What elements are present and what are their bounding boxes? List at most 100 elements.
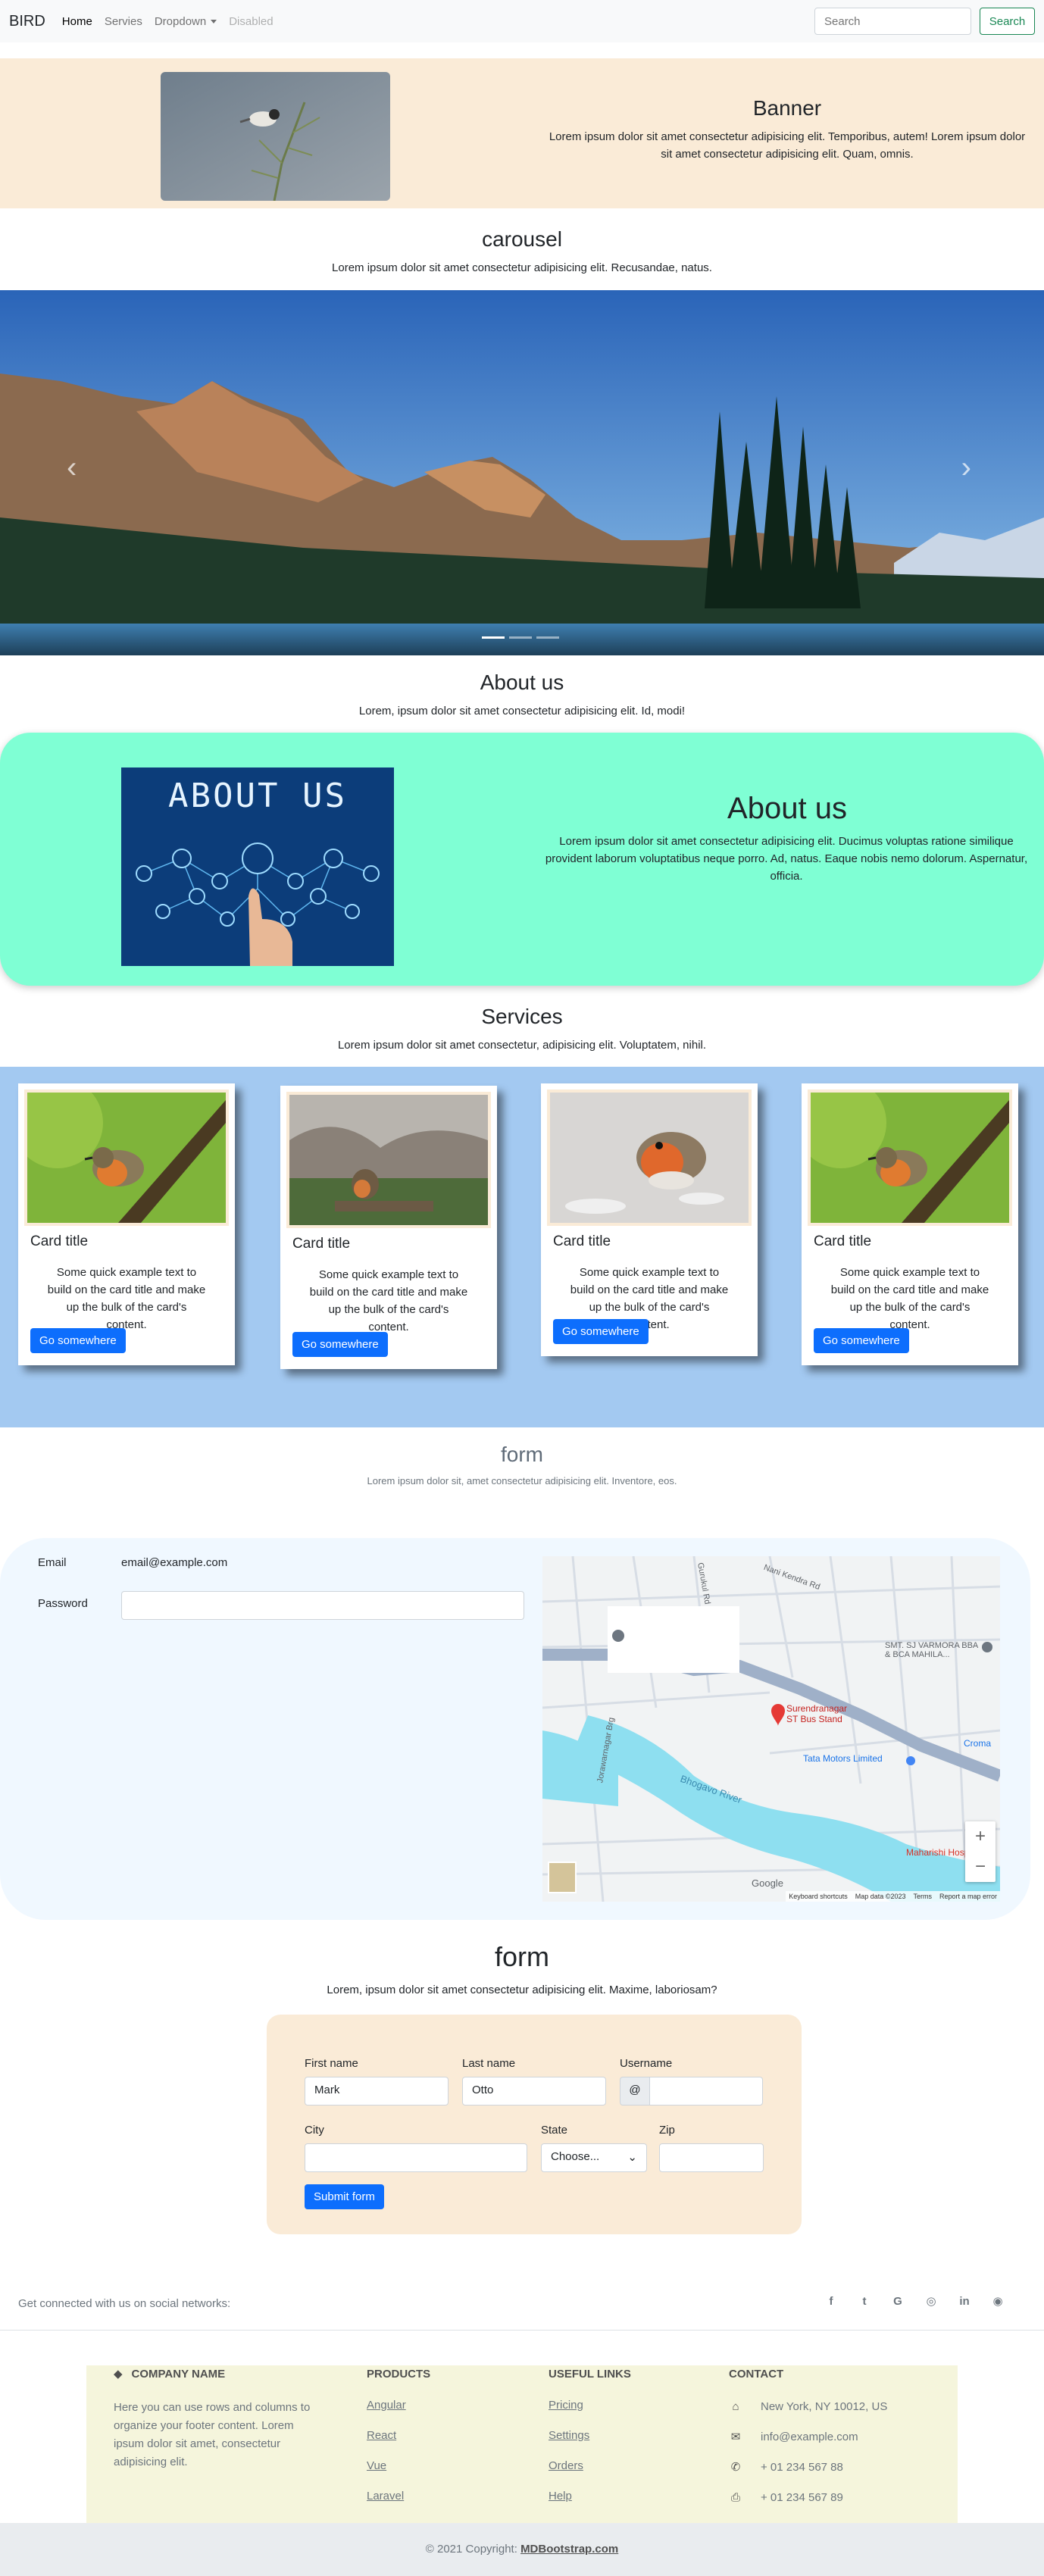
about-title: About us — [727, 792, 847, 825]
social-text: Get connected with us on social networks… — [18, 2297, 231, 2310]
facebook-icon[interactable]: f — [823, 2293, 839, 2309]
email-label: Email — [38, 1556, 67, 1569]
contact-address-text: New York, NY 10012, US — [761, 2399, 888, 2413]
nav-link-servies[interactable]: Servies — [105, 15, 142, 28]
email-value: email@example.com — [121, 1556, 228, 1569]
map-label: SMT. SJ VARMORA BBA & BCA MAHILA... — [885, 1641, 978, 1659]
about-section: ABOUT US About us Lorem ipsum dolor sit … — [0, 733, 1044, 986]
services-heading: Services — [481, 1005, 563, 1028]
nav-link-disabled: Disabled — [229, 14, 274, 28]
carousel[interactable]: ‹ › — [0, 290, 1044, 655]
footer-link-help[interactable]: Help — [549, 2490, 685, 2505]
username-field[interactable] — [649, 2077, 763, 2106]
services-section: Card title Some quick example text to bu… — [0, 1067, 1044, 1427]
footer-link-laravel[interactable]: Laravel — [367, 2490, 503, 2505]
map-zoom-in-button[interactable]: + — [965, 1821, 996, 1852]
robin-bird-image — [808, 1089, 1012, 1226]
card-title: Card title — [292, 1236, 351, 1252]
google-icon[interactable]: G — [889, 2293, 906, 2309]
banner-title: Banner — [752, 96, 822, 120]
state-select[interactable]: Choose... ⌄ — [541, 2143, 647, 2172]
contact-phone: ✆ + 01 234 567 88 — [729, 2459, 949, 2474]
registration-form: First name Mark Last name Otto Username … — [267, 2015, 802, 2234]
map-keyboard-shortcuts-link[interactable]: Keyboard shortcuts — [789, 1893, 848, 1900]
map-report-error-link[interactable]: Report a map error — [939, 1893, 997, 1900]
go-somewhere-button[interactable]: Go somewhere — [292, 1332, 388, 1357]
map-data-text: Map data ©2023 — [855, 1893, 906, 1900]
carousel-heading: carousel — [482, 227, 562, 251]
footer-link-angular[interactable]: Angular — [367, 2399, 503, 2414]
form2-heading: form — [495, 1941, 549, 1972]
map-label: Croma — [964, 1738, 992, 1749]
print-icon: ⎙ — [730, 2490, 740, 2504]
search-button[interactable]: Search — [980, 8, 1035, 35]
footer-link-settings[interactable]: Settings — [549, 2429, 685, 2444]
last-name-field[interactable]: Otto — [462, 2077, 606, 2106]
footer-links-heading: Useful links — [549, 2368, 631, 2381]
card-text: Some quick example text to build on the … — [830, 1266, 989, 1331]
password-field[interactable] — [121, 1591, 524, 1620]
username-prefix: @ — [620, 2077, 650, 2106]
gem-icon: ◆ — [114, 2368, 123, 2381]
contact-fax-text: + 01 234 567 89 — [761, 2490, 843, 2504]
submit-form-button[interactable]: Submit form — [305, 2184, 384, 2209]
card-text: Some quick example text to build on the … — [47, 1266, 206, 1331]
home-icon: ⌂ — [732, 2399, 739, 2413]
carousel-indicators — [482, 636, 559, 639]
city-field[interactable] — [305, 2143, 527, 2172]
go-somewhere-button[interactable]: Go somewhere — [30, 1328, 126, 1353]
about-us-image-text: ABOUT US — [168, 777, 347, 815]
footer-company-column: ◆ Company name Here you can use rows and … — [114, 2365, 311, 2471]
nav-link-home[interactable]: Home — [62, 15, 92, 28]
google-map[interactable]: Nani Kendra Rd SMT. SJ VARMORA BBA & BCA… — [542, 1556, 1000, 1902]
carousel-prev-button[interactable]: ‹ — [67, 452, 77, 483]
carousel-subheading: Lorem ipsum dolor sit amet consectetur a… — [332, 261, 712, 274]
instagram-icon[interactable]: ◎ — [923, 2293, 939, 2309]
zip-label: Zip — [659, 2124, 675, 2137]
contact-address: ⌂ New York, NY 10012, US — [729, 2399, 949, 2414]
map-zoom-out-button[interactable]: − — [965, 1852, 996, 1882]
contact-fax: ⎙ + 01 234 567 89 — [729, 2490, 949, 2505]
linkedin-icon[interactable]: in — [956, 2293, 973, 2309]
go-somewhere-button[interactable]: Go somewhere — [814, 1328, 909, 1353]
nav-link-dropdown[interactable]: Dropdown — [155, 15, 217, 28]
banner-text: Lorem ipsum dolor sit amet consectetur a… — [549, 130, 1026, 161]
footer-link-pricing[interactable]: Pricing — [549, 2399, 685, 2414]
footer-link-react[interactable]: React — [367, 2429, 503, 2444]
navbar-brand[interactable]: BIRD — [9, 13, 45, 30]
contact-phone-text: + 01 234 567 88 — [761, 2460, 843, 2474]
state-label: State — [541, 2124, 568, 2137]
map-label: Tata Motors Limited — [803, 1753, 883, 1764]
carousel-indicator-1[interactable] — [482, 636, 505, 639]
map-terms-link[interactable]: Terms — [913, 1893, 932, 1900]
about-text: Lorem ipsum dolor sit amet consectetur a… — [545, 835, 1028, 883]
footer-company-heading-text: Company name — [131, 2368, 226, 2381]
first-name-field[interactable]: Mark — [305, 2077, 449, 2106]
go-somewhere-button[interactable]: Go somewhere — [553, 1319, 649, 1344]
about-us-image: ABOUT US — [121, 767, 394, 966]
footer-products-heading: Products — [367, 2368, 431, 2381]
card-title: Card title — [814, 1233, 872, 1249]
footer: ◆ Company name Here you can use rows and … — [86, 2365, 958, 2540]
nav-link-dropdown-label: Dropdown — [154, 14, 207, 28]
map-footer: Keyboard shortcuts Map data ©2023 Terms … — [786, 1891, 1000, 1902]
twitter-icon[interactable]: t — [856, 2293, 873, 2309]
footer-link-vue[interactable]: Vue — [367, 2459, 503, 2474]
carousel-indicator-2[interactable] — [509, 636, 532, 639]
carousel-next-button[interactable]: › — [961, 452, 971, 483]
zip-field[interactable] — [659, 2143, 764, 2172]
service-card-3: Card title Some quick example text to bu… — [541, 1083, 758, 1356]
copyright-link[interactable]: MDBootstrap.com — [520, 2543, 618, 2556]
search-input[interactable] — [814, 8, 971, 35]
footer-link-orders[interactable]: Orders — [549, 2459, 685, 2474]
github-icon[interactable]: ◉ — [989, 2293, 1006, 2309]
robin-bird-image — [547, 1089, 752, 1226]
login-form-section: Email email@example.com Password Nani Ke… — [0, 1538, 1030, 1920]
username-label: Username — [620, 2057, 673, 2070]
city-label: City — [305, 2124, 324, 2137]
social-bar: Get connected with us on social networks… — [0, 2277, 1044, 2331]
caret-down-icon — [211, 20, 217, 24]
card-text: Some quick example text to build on the … — [309, 1268, 468, 1333]
about-heading: About us — [480, 671, 564, 694]
carousel-indicator-3[interactable] — [536, 636, 559, 639]
